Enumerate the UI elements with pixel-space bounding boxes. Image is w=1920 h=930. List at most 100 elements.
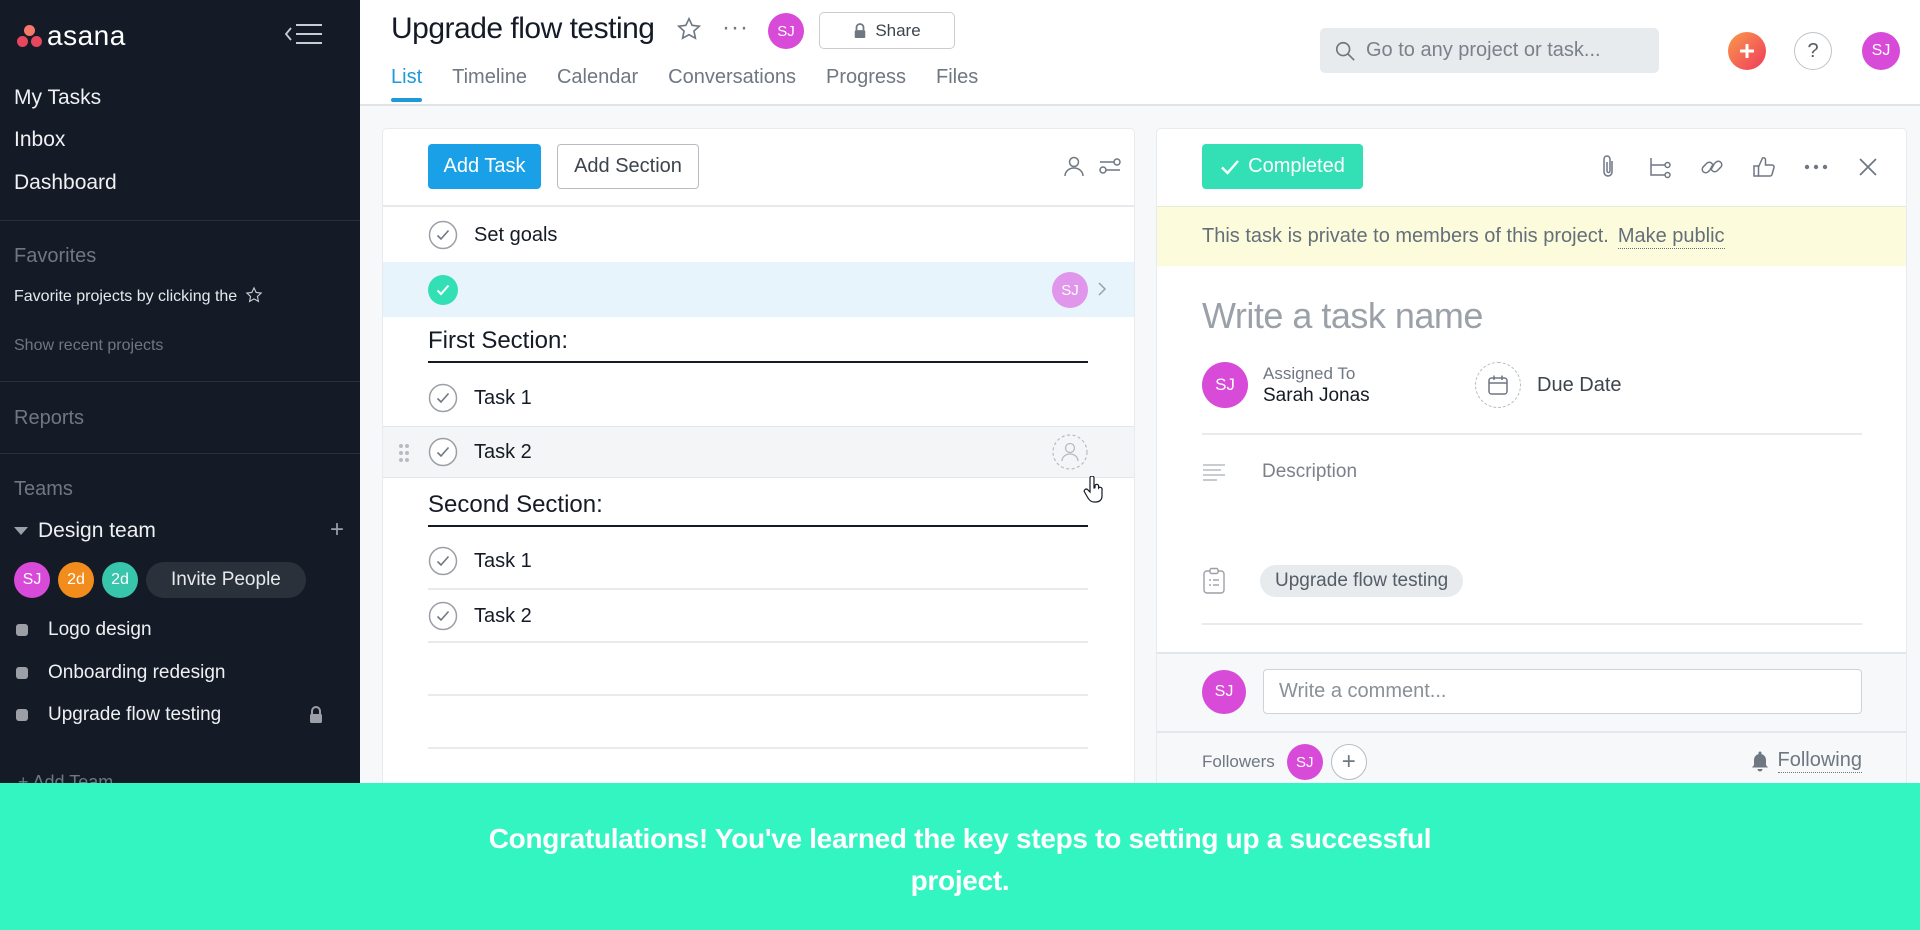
filter-sliders-icon[interactable] bbox=[1098, 154, 1122, 178]
team-design-team[interactable]: Design team + bbox=[14, 516, 344, 544]
task-row[interactable]: Task 1 bbox=[383, 535, 1134, 587]
share-label: Share bbox=[875, 20, 921, 40]
assignee-field[interactable]: SJ Assigned To Sarah Jonas bbox=[1202, 362, 1370, 408]
nav-inbox[interactable]: Inbox bbox=[14, 128, 65, 152]
subtask-button[interactable] bbox=[1646, 153, 1674, 181]
invite-people-button[interactable]: Invite People bbox=[146, 562, 306, 598]
sidebar-divider bbox=[0, 381, 360, 382]
person-filter-icon[interactable] bbox=[1062, 154, 1086, 178]
row-divider bbox=[428, 747, 1088, 749]
task-row-selected[interactable]: SJ bbox=[383, 262, 1134, 317]
project-tabs: List Timeline Calendar Conversations Pro… bbox=[391, 66, 1008, 106]
assign-person-icon[interactable] bbox=[1052, 434, 1088, 470]
help-button[interactable]: ? bbox=[1794, 32, 1832, 70]
attach-button[interactable] bbox=[1594, 153, 1622, 181]
search-input[interactable] bbox=[1366, 39, 1646, 62]
project-tag[interactable]: Upgrade flow testing bbox=[1260, 565, 1464, 597]
search-icon bbox=[1335, 41, 1355, 61]
list-tools bbox=[1062, 154, 1122, 178]
share-button[interactable]: Share bbox=[819, 12, 955, 49]
sidebar-project-logo-design[interactable]: Logo design bbox=[14, 616, 344, 644]
search-bar[interactable] bbox=[1320, 28, 1659, 73]
task-assignee-avatar[interactable]: SJ bbox=[1052, 272, 1088, 308]
nav-dashboard[interactable]: Dashboard bbox=[14, 171, 117, 195]
expand-triangle-icon[interactable] bbox=[14, 527, 28, 535]
sidebar-divider bbox=[0, 220, 360, 221]
subtask-icon bbox=[1650, 158, 1671, 179]
tab-calendar[interactable]: Calendar bbox=[557, 66, 638, 106]
task-detail-pane: Completed This task is private to member… bbox=[1157, 129, 1906, 789]
description-placeholder: Description bbox=[1262, 461, 1358, 482]
check-circle-icon[interactable] bbox=[428, 383, 458, 413]
star-icon bbox=[245, 286, 263, 303]
project-more-options-button[interactable]: ··· bbox=[722, 14, 749, 42]
question-icon: ? bbox=[1807, 39, 1819, 62]
user-avatar[interactable]: SJ bbox=[1862, 32, 1900, 70]
tab-progress[interactable]: Progress bbox=[826, 66, 906, 106]
like-button[interactable] bbox=[1750, 153, 1778, 181]
make-public-link[interactable]: Make public bbox=[1617, 225, 1725, 249]
checkmark-icon bbox=[1221, 159, 1240, 175]
check-circle-icon[interactable] bbox=[428, 437, 458, 467]
star-icon bbox=[676, 16, 702, 40]
follower-avatar[interactable]: SJ bbox=[1286, 744, 1323, 780]
more-icon bbox=[1804, 164, 1828, 170]
check-circle-icon[interactable] bbox=[428, 220, 458, 250]
sidebar-project-upgrade-flow-testing[interactable]: Upgrade flow testing bbox=[14, 701, 344, 729]
comment-input[interactable] bbox=[1263, 669, 1862, 714]
favorite-star-button[interactable] bbox=[676, 16, 702, 47]
tab-list[interactable]: List bbox=[391, 66, 423, 106]
project-name: Onboarding redesign bbox=[48, 662, 226, 683]
row-divider bbox=[428, 694, 1088, 696]
add-follower-button[interactable]: + bbox=[1330, 744, 1367, 780]
more-actions-button[interactable] bbox=[1802, 153, 1830, 181]
detail-toolbar bbox=[1594, 153, 1882, 181]
avatar[interactable]: 2d bbox=[102, 562, 138, 598]
check-circle-icon[interactable] bbox=[428, 601, 458, 631]
following-toggle[interactable]: Following bbox=[1750, 749, 1862, 773]
due-date-field[interactable]: Due Date bbox=[1475, 362, 1622, 408]
task-row-hovered[interactable]: Task 2 bbox=[383, 426, 1134, 478]
task-row[interactable]: Task 2 bbox=[383, 590, 1134, 642]
project-owner-avatar[interactable]: SJ bbox=[768, 13, 804, 49]
avatar[interactable]: SJ bbox=[14, 562, 50, 598]
task-name-input[interactable] bbox=[1202, 291, 1862, 341]
section-header[interactable]: First Section: bbox=[428, 323, 1088, 363]
private-notice-text: This task is private to members of this … bbox=[1202, 225, 1609, 247]
description-field[interactable]: Description bbox=[1202, 461, 1357, 483]
nav-my-tasks[interactable]: My Tasks bbox=[14, 86, 101, 110]
completed-button[interactable]: Completed bbox=[1202, 144, 1363, 189]
plus-icon bbox=[1740, 44, 1754, 58]
quick-add-button[interactable] bbox=[1728, 32, 1766, 70]
add-section-button[interactable]: Add Section bbox=[557, 144, 699, 189]
task-row[interactable]: Set goals bbox=[383, 209, 1134, 261]
task-row[interactable]: Task 1 bbox=[383, 372, 1134, 424]
drag-handle-icon[interactable] bbox=[398, 443, 410, 463]
favorites-hint-text: Favorite projects by clicking the bbox=[14, 288, 238, 305]
project-color-icon bbox=[16, 709, 28, 721]
lock-icon bbox=[855, 22, 866, 38]
show-recent-projects-link[interactable]: Show recent projects bbox=[14, 337, 163, 355]
avatar[interactable]: 2d bbox=[58, 562, 94, 598]
chevron-right-icon[interactable] bbox=[1096, 278, 1108, 300]
asana-logo[interactable]: asana bbox=[16, 20, 126, 52]
followers-bar: Followers SJ + Following bbox=[1157, 731, 1906, 789]
close-pane-button[interactable] bbox=[1854, 153, 1882, 181]
section-header[interactable]: Second Section: bbox=[428, 487, 1088, 527]
project-title[interactable]: Upgrade flow testing bbox=[391, 12, 655, 46]
commenter-avatar: SJ bbox=[1202, 670, 1246, 714]
copy-link-button[interactable] bbox=[1698, 153, 1726, 181]
reports-link[interactable]: Reports bbox=[14, 407, 84, 430]
completed-check-icon[interactable] bbox=[428, 274, 458, 305]
lock-icon bbox=[310, 706, 322, 723]
tab-timeline[interactable]: Timeline bbox=[452, 66, 527, 106]
asana-logo-icon bbox=[16, 23, 44, 49]
add-task-button[interactable]: Add Task bbox=[428, 144, 541, 189]
tab-conversations[interactable]: Conversations bbox=[668, 66, 796, 106]
check-circle-icon[interactable] bbox=[428, 546, 458, 576]
sidebar-project-onboarding-redesign[interactable]: Onboarding redesign bbox=[14, 659, 344, 687]
add-team-project-plus-icon[interactable]: + bbox=[330, 516, 344, 544]
collapse-sidebar-button[interactable] bbox=[284, 22, 324, 46]
collapse-menu-icon bbox=[284, 24, 322, 44]
tab-files[interactable]: Files bbox=[936, 66, 978, 106]
